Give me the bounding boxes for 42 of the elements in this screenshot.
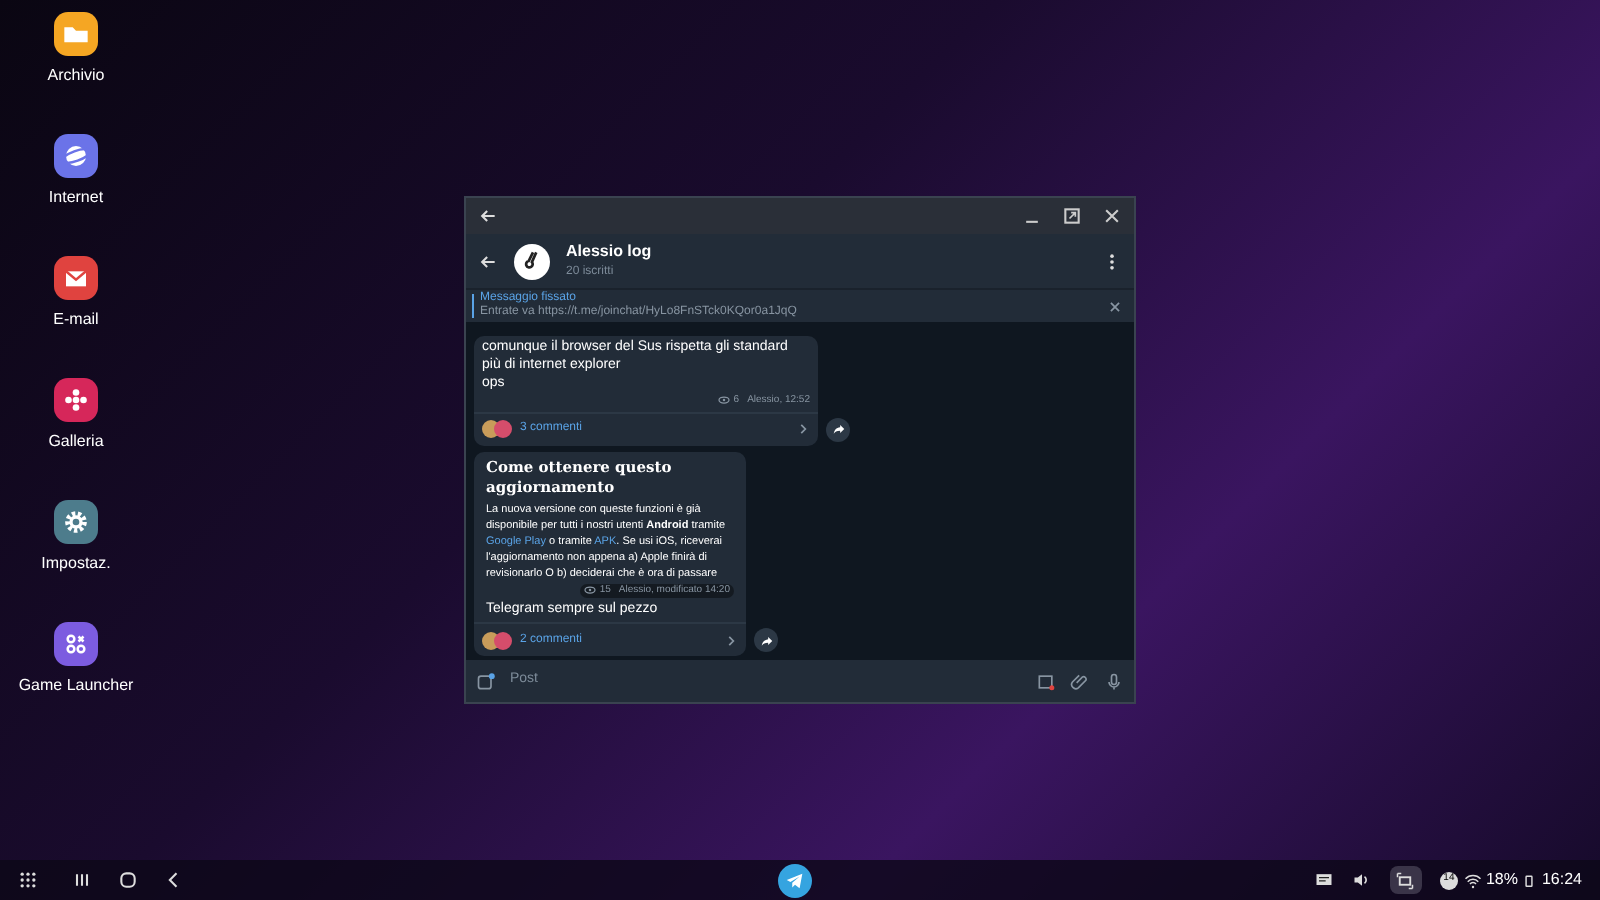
back-arrow-icon[interactable] — [478, 251, 498, 271]
share-button[interactable] — [826, 417, 850, 441]
chevron-right-icon — [796, 422, 810, 436]
chat-title[interactable]: Alessio log — [566, 241, 1086, 261]
close-icon[interactable] — [1108, 299, 1122, 313]
app-label[interactable]: E-mail — [53, 308, 99, 332]
maximize-icon[interactable] — [1062, 206, 1082, 226]
wifi-icon — [1463, 871, 1482, 889]
share-arrow-icon — [759, 633, 773, 647]
battery-icon — [1521, 871, 1536, 889]
back-arrow-icon[interactable] — [478, 206, 498, 226]
battery-percentage: 18% — [1485, 868, 1518, 892]
share-button[interactable] — [754, 628, 778, 652]
screenshot-button[interactable] — [1389, 866, 1422, 894]
app-label[interactable]: Internet — [48, 186, 104, 210]
eye-icon — [583, 584, 596, 597]
app-icon[interactable] — [53, 134, 98, 178]
message-icon[interactable] — [1313, 870, 1334, 890]
paper-plane-icon — [784, 869, 806, 891]
app-icon[interactable] — [54, 500, 98, 544]
screen-capture-icon — [1396, 871, 1415, 889]
close-icon[interactable] — [1102, 206, 1122, 226]
app-icon[interactable] — [53, 12, 98, 56]
app-label[interactable]: Galleria — [48, 430, 104, 454]
app-label[interactable]: Impostaz. — [41, 552, 111, 576]
app-grid-icon[interactable] — [18, 870, 38, 890]
emoji-icon[interactable] — [476, 671, 496, 691]
recent-apps-icon[interactable] — [72, 870, 92, 890]
app-icon[interactable] — [53, 256, 98, 300]
app-label[interactable]: Archivio — [47, 64, 105, 88]
telegram-app-icon[interactable] — [778, 863, 812, 897]
microphone-icon[interactable] — [1104, 671, 1124, 691]
home-icon[interactable] — [118, 870, 138, 890]
app-label[interactable]: Game Launcher — [18, 674, 134, 698]
chevron-right-icon — [724, 633, 738, 647]
share-arrow-icon — [831, 422, 845, 436]
paperclip-icon[interactable] — [1070, 671, 1090, 691]
clock-time: 16:24 — [1541, 868, 1582, 892]
volume-icon[interactable] — [1351, 870, 1372, 890]
eye-icon — [717, 394, 730, 406]
channel-avatar[interactable] — [514, 243, 550, 279]
app-icon[interactable] — [53, 378, 98, 422]
